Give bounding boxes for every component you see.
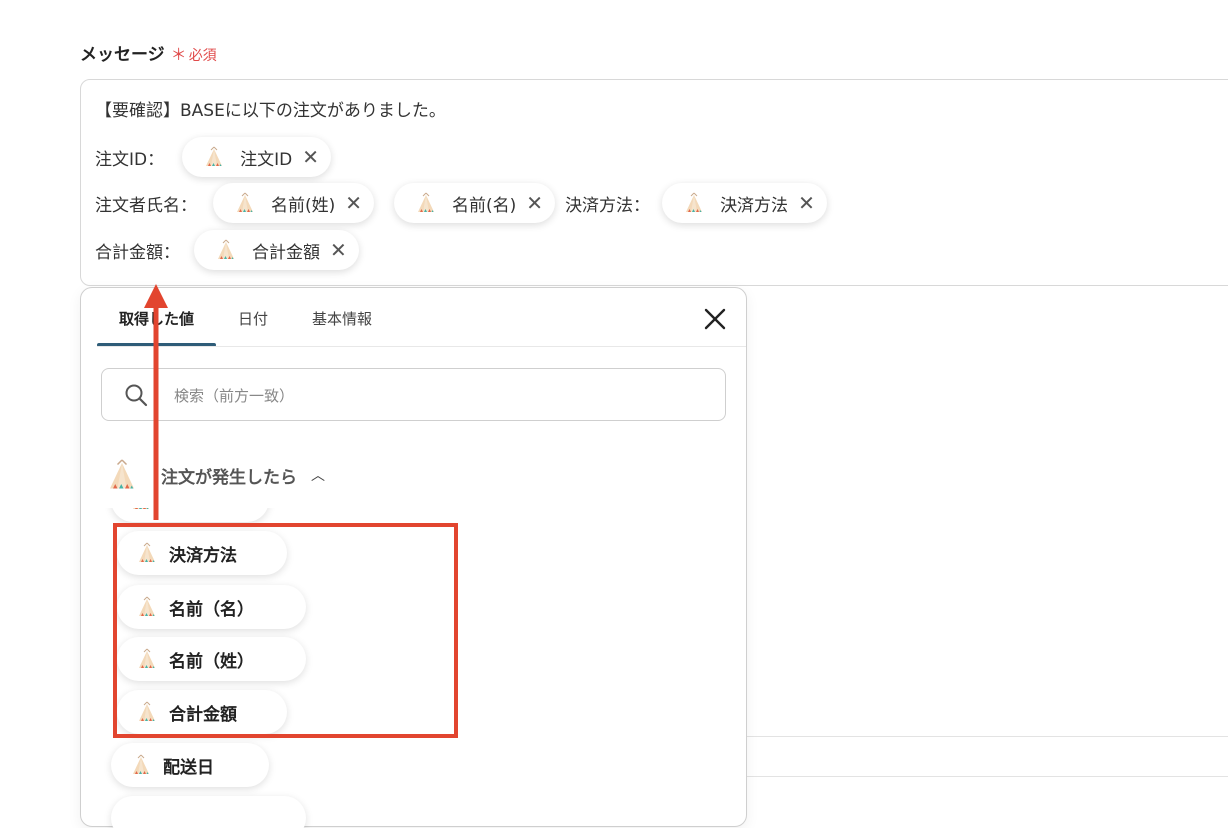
search-placeholder: 検索（前方一致） — [174, 387, 295, 405]
chevron-up-icon[interactable]: ︿ — [311, 465, 325, 485]
search-input[interactable]: 検索（前方一致） — [101, 368, 726, 421]
highlight-box — [113, 523, 458, 738]
message-field-label-row: メッセージ ＊必須 — [80, 40, 217, 65]
field-label: メッセージ — [80, 45, 165, 65]
teepee-icon — [204, 146, 224, 168]
message-line-order-id: 注文ID： 注文ID ✕ — [95, 137, 331, 177]
message-line-buyer: 注文者氏名： 名前(姓) ✕ 名前(名) ✕ 決済方法： 決済方法 ✕ — [95, 183, 827, 223]
list-item[interactable]: 配送日 — [111, 743, 269, 787]
remove-icon[interactable]: ✕ — [302, 147, 319, 167]
teepee-icon — [216, 239, 236, 261]
tab-bar: 取得した値 日付 基本情報 — [97, 288, 394, 347]
tab-date[interactable]: 日付 — [216, 288, 290, 346]
list-item-partial[interactable] — [111, 508, 269, 522]
close-icon[interactable] — [702, 306, 728, 332]
remove-icon[interactable]: ✕ — [330, 240, 347, 260]
variable-pill-total[interactable]: 合計金額 ✕ — [194, 230, 359, 270]
remove-icon[interactable]: ✕ — [798, 193, 815, 213]
variable-pill-first-name[interactable]: 名前(名) ✕ — [394, 183, 556, 223]
divider — [747, 776, 1228, 777]
message-line-total: 合計金額： 合計金額 ✕ — [95, 230, 359, 270]
remove-icon[interactable]: ✕ — [526, 193, 543, 213]
section-title: 注文が発生したら — [161, 467, 297, 488]
teepee-icon — [684, 192, 704, 214]
list-item-partial[interactable] — [111, 796, 306, 828]
message-line-1: 【要確認】BASEに以下の注文がありました。 — [95, 101, 446, 121]
remove-icon[interactable]: ✕ — [345, 193, 362, 213]
search-icon — [125, 384, 148, 407]
variable-pill-payment[interactable]: 決済方法 ✕ — [662, 183, 827, 223]
teepee-icon — [131, 508, 151, 511]
variable-pill-order-id[interactable]: 注文ID ✕ — [182, 137, 331, 177]
tab-acquired-values[interactable]: 取得した値 — [97, 288, 217, 347]
divider — [747, 736, 1228, 737]
tab-basic-info[interactable]: 基本情報 — [290, 288, 394, 346]
required-indicator: ＊必須 — [170, 45, 217, 64]
teepee-icon — [416, 192, 436, 214]
section-header[interactable]: 注文が発生したら ︿ — [107, 458, 325, 492]
tab-divider — [97, 346, 746, 347]
teepee-icon — [107, 458, 137, 492]
teepee-icon — [235, 192, 255, 214]
teepee-icon — [131, 754, 151, 776]
message-textarea[interactable]: 【要確認】BASEに以下の注文がありました。 注文ID： 注文ID ✕ 注文者氏… — [80, 79, 1228, 286]
variable-pill-last-name[interactable]: 名前(姓) ✕ — [213, 183, 375, 223]
